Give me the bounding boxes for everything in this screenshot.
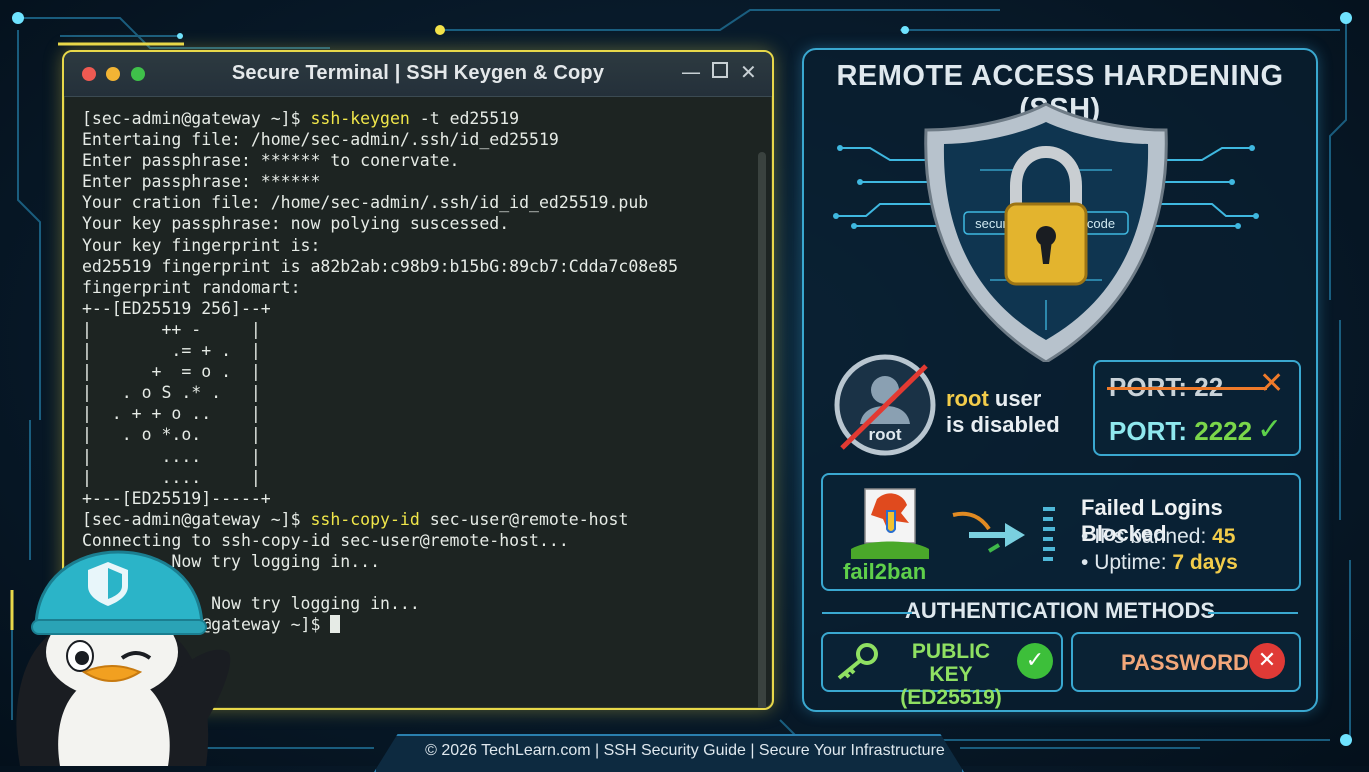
divider-line bbox=[1208, 612, 1298, 614]
shield-right-label: code bbox=[1087, 216, 1115, 231]
text-cursor bbox=[330, 615, 341, 634]
auth-methods-title: AUTHENTICATION METHODS bbox=[904, 598, 1216, 623]
output-text: Your key passphrase: now polying suscess… bbox=[82, 214, 510, 234]
bullet-icon: • bbox=[1081, 551, 1089, 574]
terminal-line: Enter passphrase: ****** to conervate. bbox=[82, 150, 752, 171]
penguin-mascot bbox=[16, 550, 231, 766]
terminal-line: +---[ED25519]-----+ bbox=[82, 488, 752, 509]
new-port-label: PORT: bbox=[1109, 416, 1195, 446]
divider-line bbox=[822, 612, 912, 614]
output-text: Entertaing file: /home/sec-admin/.ssh/id… bbox=[82, 130, 559, 150]
output-text: +--[ED25519 256]--+ bbox=[82, 298, 271, 318]
output-text: | . o S .* . | bbox=[82, 383, 261, 403]
password-label: PASSWORD bbox=[1121, 650, 1249, 675]
shield-lock-icon: secur code bbox=[833, 102, 1259, 362]
strikethrough-line bbox=[1107, 387, 1267, 390]
terminal-line: [sec-admin@gateway ~]$ ssh-copy-id sec-u… bbox=[82, 509, 752, 530]
shell-prompt: [sec-admin@gateway ~]$ bbox=[82, 509, 311, 529]
command-args: -t ed25519 bbox=[409, 109, 520, 128]
terminal-title: Secure Terminal | SSH Keygen & Copy bbox=[231, 62, 605, 84]
footer-text: © 2026 TechLearn.com | SSH Security Guid… bbox=[425, 742, 945, 759]
ips-banned-value: 45 bbox=[1212, 525, 1236, 548]
terminal-line: | + = o . | bbox=[82, 361, 752, 382]
root-badge-label: root bbox=[868, 425, 901, 444]
output-text: | .... | bbox=[82, 467, 261, 487]
shell-prompt: [sec-admin@gateway ~]$ bbox=[82, 109, 311, 128]
terminal-line: | . o *.o. | bbox=[82, 424, 752, 445]
output-text: Your cration file: /home/sec-admin/.ssh/… bbox=[82, 193, 649, 213]
terminal-line: | .... | bbox=[82, 446, 752, 467]
x-circle-icon: ✕ bbox=[1249, 643, 1285, 679]
uptime-value: 7 days bbox=[1172, 551, 1238, 574]
public-key-line2: (ED25519) bbox=[900, 686, 1002, 709]
fail2ban-logo-icon bbox=[851, 488, 929, 559]
public-key-method[interactable]: PUBLIC KEY (ED25519) ✓ bbox=[821, 632, 1063, 709]
auth-methods-heading: AUTHENTICATION METHODS bbox=[822, 598, 1298, 624]
output-text: Your key fingerprint is: bbox=[82, 235, 321, 255]
terminal-line: | .... | bbox=[82, 467, 752, 488]
terminal-line: | . o S .* . | bbox=[82, 382, 752, 403]
output-text: fingerprint randomart: bbox=[82, 277, 301, 297]
output-text: | . + + o .. | bbox=[82, 404, 261, 424]
terminal-line: Enter passphrase: ****** bbox=[82, 171, 752, 192]
new-port: PORT: 2222 bbox=[1109, 416, 1252, 447]
uptime-label: Uptime: bbox=[1094, 551, 1173, 574]
ips-banned-label: IPs banned: bbox=[1094, 525, 1213, 548]
root-user-word: user bbox=[988, 386, 1042, 411]
terminal-line: [sec-admin@gateway ~]$ ssh-keygen -t ed2… bbox=[82, 108, 752, 129]
terminal-line: Your key fingerprint is: bbox=[82, 235, 752, 256]
output-text: | + = o . | bbox=[82, 362, 261, 382]
output-text: | ++ - | bbox=[82, 319, 261, 339]
key-icon bbox=[837, 643, 878, 680]
terminal-titlebar[interactable]: Secure Terminal | SSH Keygen & Copy — ✕ bbox=[64, 52, 772, 97]
arrows-icon bbox=[952, 507, 1055, 561]
uptime-stat: • Uptime: 7 days bbox=[1081, 551, 1238, 575]
root-word: root bbox=[946, 386, 989, 411]
shell-command: ssh-keygen bbox=[310, 109, 410, 128]
shield-left-label: secur bbox=[975, 216, 1007, 231]
check-circle-icon: ✓ bbox=[1017, 643, 1053, 679]
fail2ban-card: fail2ban Failed Logins Blocked • IPs ban… bbox=[821, 473, 1301, 591]
port-change-card: PORT: 22 ✕ PORT: 2222 ✓ bbox=[1093, 360, 1301, 456]
output-text: Enter passphrase: ****** bbox=[82, 172, 321, 192]
output-text: ed25519 fingerprint is a82b2ab:c98b9:b15… bbox=[82, 256, 679, 276]
terminal-line: +--[ED25519 256]--+ bbox=[82, 298, 752, 319]
terminal-scrollbar[interactable] bbox=[758, 152, 766, 708]
terminal-line: Your key passphrase: now polying suscess… bbox=[82, 213, 752, 234]
bullet-icon: • bbox=[1081, 525, 1089, 548]
output-text: | .= + . | bbox=[82, 341, 261, 361]
check-icon: ✓ bbox=[1257, 412, 1283, 447]
root-status: root user is disabled bbox=[946, 386, 1060, 438]
terminal-line: | .= + . | bbox=[82, 340, 752, 361]
shell-command: ssh-copy-id bbox=[310, 509, 420, 529]
old-port: PORT: 22 bbox=[1107, 372, 1267, 403]
output-text: +---[ED25519]-----+ bbox=[82, 488, 271, 508]
terminal-line: fingerprint randomart: bbox=[82, 277, 752, 298]
public-key-line1: PUBLIC KEY bbox=[911, 640, 991, 686]
output-text: Enter passphrase: ****** to conervate. bbox=[82, 151, 460, 171]
terminal-line: ed25519 fingerprint is a82b2ab:c98b9:b15… bbox=[82, 256, 752, 277]
output-text: | . o *.o. | bbox=[82, 425, 261, 445]
password-method[interactable]: PASSWORD ✕ bbox=[1071, 632, 1301, 692]
fail2ban-logo-text: fail2ban bbox=[843, 559, 927, 584]
terminal-line: | . + + o .. | bbox=[82, 403, 752, 424]
terminal-line: Entertaing file: /home/sec-admin/.ssh/id… bbox=[82, 129, 752, 150]
root-disabled-text: is disabled bbox=[946, 412, 1060, 437]
terminal-line: | ++ - | bbox=[82, 319, 752, 340]
close-icon[interactable]: ✕ bbox=[740, 60, 757, 84]
command-args: sec-user@remote-host bbox=[419, 509, 629, 529]
output-text: | .... | bbox=[82, 446, 261, 466]
terminal-line: Your cration file: /home/sec-admin/.ssh/… bbox=[82, 192, 752, 213]
root-disabled-icon: root bbox=[834, 354, 936, 456]
new-port-value: 2222 bbox=[1194, 416, 1253, 446]
maximize-icon[interactable] bbox=[712, 62, 728, 78]
minimize-icon[interactable]: — bbox=[681, 60, 701, 84]
cross-icon: ✕ bbox=[1259, 366, 1285, 401]
ips-banned-stat: • IPs banned: 45 bbox=[1081, 525, 1235, 549]
public-key-label: PUBLIC KEY (ED25519) bbox=[891, 640, 1011, 709]
